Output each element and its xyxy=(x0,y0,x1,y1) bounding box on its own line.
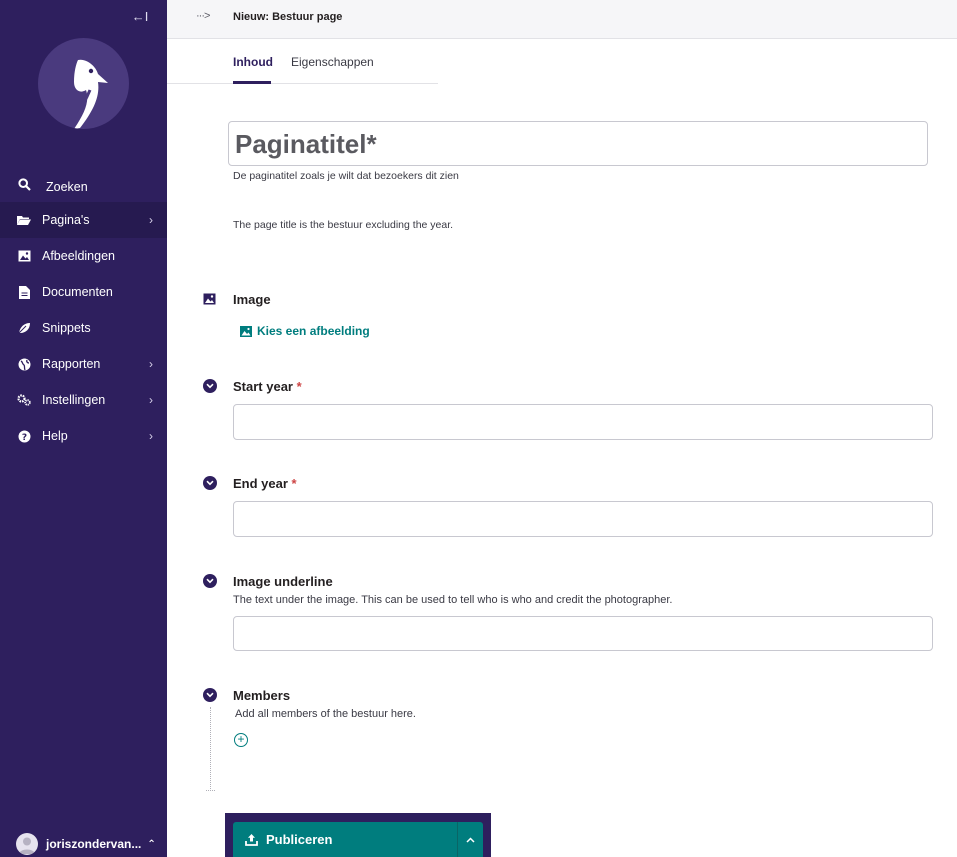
members-guide-end xyxy=(206,790,215,791)
wagtail-logo[interactable] xyxy=(38,38,129,129)
collapse-members-toggle[interactable] xyxy=(203,688,217,702)
choose-image-label: Kies een afbeelding xyxy=(257,324,370,338)
user-name: joriszondervan... xyxy=(46,837,142,851)
image-underline-input[interactable] xyxy=(233,616,933,651)
chevron-right-icon: › xyxy=(149,393,153,407)
cogs-icon xyxy=(17,393,31,407)
chevron-down-icon xyxy=(206,578,214,584)
breadcrumb-expand-button[interactable]: ···> xyxy=(196,10,210,22)
sidebar-item-label: Rapporten xyxy=(42,357,101,371)
sidebar-item-images[interactable]: Afbeeldingen xyxy=(0,238,167,274)
snippet-icon xyxy=(17,321,31,335)
tab-content[interactable]: Inhoud xyxy=(233,55,273,69)
end-year-input[interactable] xyxy=(233,501,933,537)
chevron-up-icon xyxy=(466,836,475,843)
add-member-button[interactable]: + xyxy=(234,733,248,747)
title-field[interactable]: Paginatitel* xyxy=(228,121,928,166)
sidebar-item-reports[interactable]: Rapporten › xyxy=(0,346,167,382)
chevron-down-icon xyxy=(206,383,214,389)
members-help: Add all members of the bestuur here. xyxy=(235,708,416,720)
end-year-label: End year * xyxy=(233,476,297,491)
svg-text:?: ? xyxy=(21,433,26,443)
sidebar-item-search[interactable]: Zoeken xyxy=(0,166,167,202)
collapse-image-underline-toggle[interactable] xyxy=(203,574,217,588)
required-asterisk: * xyxy=(291,476,297,491)
chevron-up-icon: ⌃ xyxy=(147,838,156,850)
plus-icon: + xyxy=(237,732,245,746)
bird-logo-icon xyxy=(70,59,108,129)
sidebar-item-snippets[interactable]: Snippets xyxy=(0,310,167,346)
start-year-label: Start year * xyxy=(233,379,302,394)
collapse-start-year-toggle[interactable] xyxy=(203,379,217,393)
start-year-input[interactable] xyxy=(233,404,933,440)
image-underline-help: The text under the image. This can be us… xyxy=(233,594,673,606)
more-actions-toggle[interactable] xyxy=(457,822,483,857)
search-icon xyxy=(17,177,31,191)
title-help-text: De paginatitel zoals je wilt dat bezoeke… xyxy=(233,170,459,182)
required-asterisk: * xyxy=(296,379,302,394)
sidebar-item-pages[interactable]: Pagina's › xyxy=(0,202,167,238)
tab-bar: Inhoud Eigenschappen xyxy=(167,39,438,84)
sidebar-item-label: Pagina's xyxy=(42,213,90,227)
sidebar-item-label: Help xyxy=(42,429,68,443)
chevron-right-icon: › xyxy=(149,357,153,371)
page-title: Nieuw: Bestuur page xyxy=(233,11,343,23)
collapse-sidebar-button[interactable]: ←I xyxy=(131,8,149,26)
image-icon xyxy=(240,325,252,337)
image-label: Image xyxy=(233,292,271,307)
choose-image-button[interactable]: Kies een afbeelding xyxy=(240,324,370,338)
start-year-label-text: Start year xyxy=(233,379,293,394)
document-icon xyxy=(17,285,31,299)
sidebar-item-label: Afbeeldingen xyxy=(42,249,115,263)
avatar xyxy=(16,833,38,855)
account-menu[interactable]: joriszondervan... ⌃ xyxy=(16,832,166,856)
folder-icon xyxy=(17,213,31,227)
tab-properties[interactable]: Eigenschappen xyxy=(291,55,374,69)
sidebar-item-label: Instellingen xyxy=(42,393,106,407)
sidebar-item-label: Zoeken xyxy=(46,180,88,194)
members-guide-line xyxy=(210,707,211,791)
publish-label: Publiceren xyxy=(266,832,333,847)
sidebar-item-documents[interactable]: Documenten xyxy=(0,274,167,310)
globe-icon xyxy=(17,357,31,371)
chevron-right-icon: › xyxy=(149,429,153,443)
image-field-icon xyxy=(203,292,217,306)
collapse-end-year-toggle[interactable] xyxy=(203,476,217,490)
sidebar-item-settings[interactable]: Instellingen › xyxy=(0,382,167,418)
chevron-down-icon xyxy=(206,480,214,486)
title-note: The page title is the bestuur excluding … xyxy=(233,219,454,231)
chevron-right-icon: › xyxy=(149,213,153,227)
sidebar: ←I Zoeken Pagina's › Afbeeldingen Docume… xyxy=(0,0,167,857)
chevron-down-icon xyxy=(206,692,214,698)
end-year-label-text: End year xyxy=(233,476,288,491)
active-tab-indicator xyxy=(233,81,271,84)
main-nav: Zoeken Pagina's › Afbeeldingen Documente… xyxy=(0,166,167,454)
publish-button[interactable]: Publiceren xyxy=(233,822,457,857)
help-icon: ? xyxy=(17,429,31,443)
upload-icon xyxy=(245,833,258,846)
members-label: Members xyxy=(233,688,291,703)
header-bar: ···> Nieuw: Bestuur page xyxy=(167,0,957,39)
sidebar-item-label: Snippets xyxy=(42,321,91,335)
sidebar-item-label: Documenten xyxy=(42,285,113,299)
image-underline-label: Image underline xyxy=(233,574,333,589)
sidebar-item-help[interactable]: ? Help › xyxy=(0,418,167,454)
image-icon xyxy=(17,249,31,263)
